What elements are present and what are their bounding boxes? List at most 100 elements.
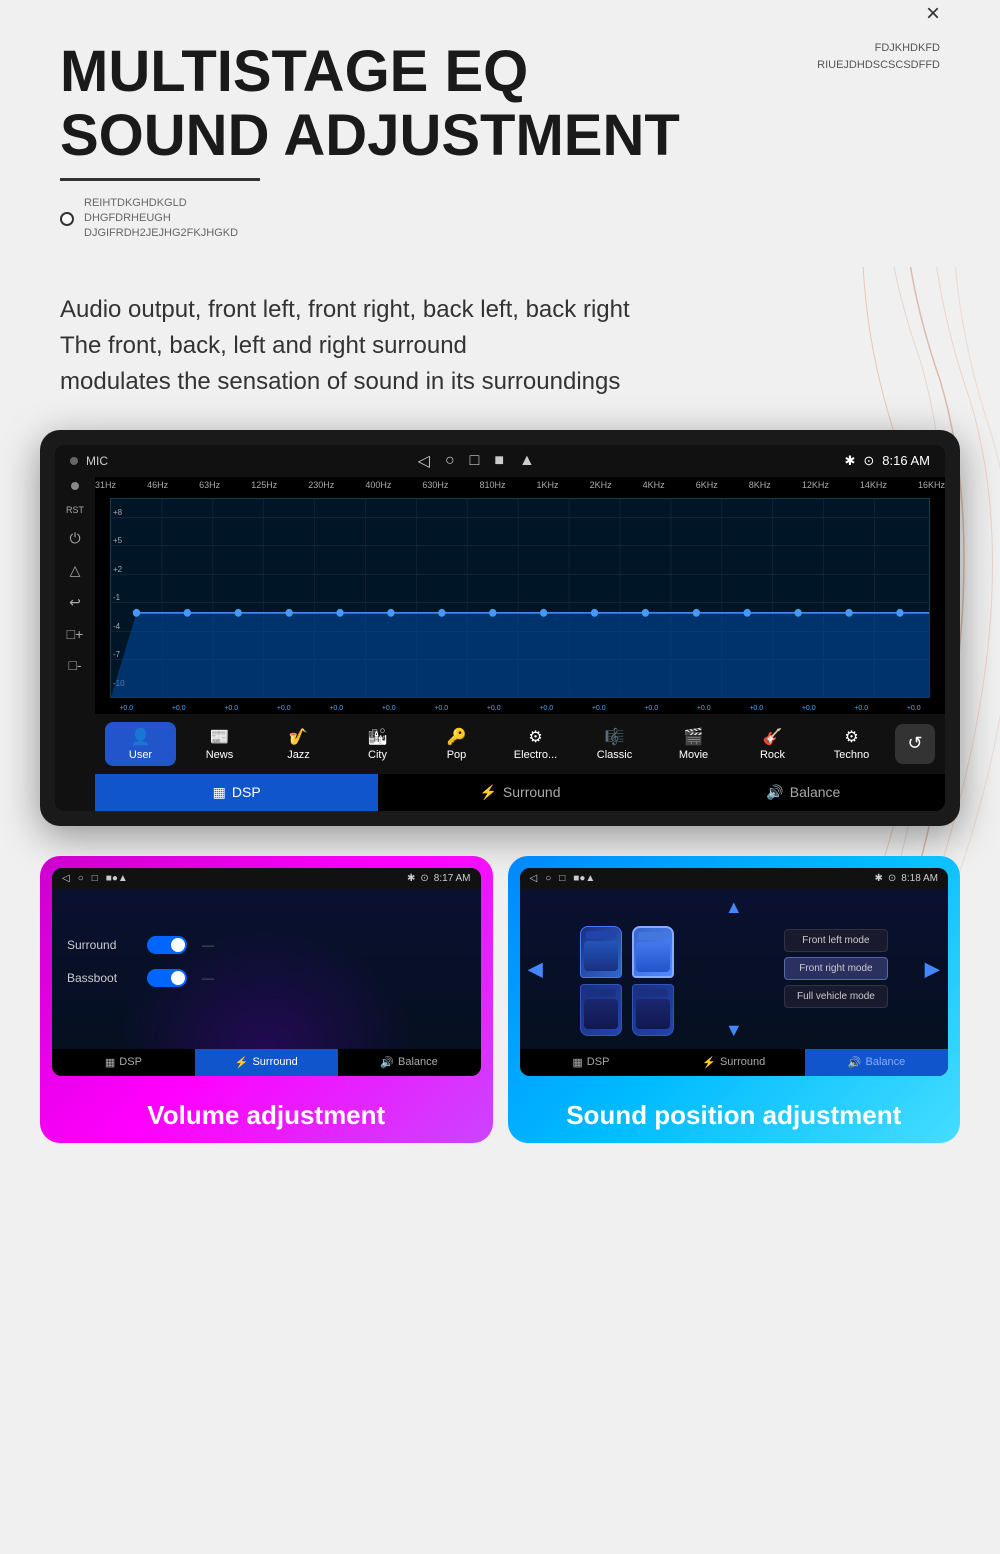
tab-dsp[interactable]: ▦ DSP <box>95 774 378 811</box>
vol-down-icon[interactable]: □- <box>68 657 81 673</box>
preset-city[interactable]: 🏙 City <box>342 722 413 766</box>
panel-right-label: Sound position adjustment <box>508 1088 961 1143</box>
back-sidebar-icon[interactable]: ↩ <box>69 594 81 611</box>
surround-toggle-knob <box>171 938 185 952</box>
main-content: 31Hz 46Hz 63Hz 125Hz 230Hz 400Hz 630Hz 8… <box>95 477 945 811</box>
panel-left-tabbar: ▦ DSP ⚡ Surround 🔊 Balance <box>52 1049 481 1076</box>
panel-left-tab-dsp[interactable]: ▦ DSP <box>52 1049 195 1076</box>
bt-icon-left: ✱ <box>407 873 415 884</box>
alert-icon[interactable]: ▲ <box>519 452 535 470</box>
panel-left-screen: ◁ ○ □ ■●▲ ✱ ⊙ 8:17 AM Surround <box>52 868 481 1076</box>
home-icon[interactable]: ○ <box>445 452 455 470</box>
pr-surround-label: Surround <box>720 1056 765 1068</box>
dots-icon-left: ■●▲ <box>106 873 128 884</box>
tab-balance[interactable]: 🔊 Balance <box>662 774 945 811</box>
eq-curve-svg <box>111 499 929 697</box>
freq-63hz: 63Hz <box>199 480 220 490</box>
surround-icon: ⚡ <box>479 784 496 801</box>
map-icon[interactable]: ■ <box>494 452 504 470</box>
back-icon-right[interactable]: ◁ <box>530 873 538 884</box>
top-right-text: FDJKHDKFD RIUEJDHDSCSCSDFFD <box>817 40 940 73</box>
preset-techno[interactable]: ⚙ Techno <box>816 722 887 766</box>
bassboot-value: — <box>202 971 214 985</box>
reset-button[interactable]: ↺ <box>895 724 935 764</box>
rock-icon: 🎸 <box>763 727 783 747</box>
freq-labels: 31Hz 46Hz 63Hz 125Hz 230Hz 400Hz 630Hz 8… <box>95 477 945 493</box>
tab-surround[interactable]: ⚡ Surround <box>378 774 661 811</box>
news-icon: 📰 <box>210 727 230 747</box>
preset-city-label: City <box>368 749 387 761</box>
bassboot-toggle[interactable] <box>147 969 187 987</box>
freq-400hz: 400Hz <box>365 480 391 490</box>
back-icon[interactable]: ◁ <box>418 451 430 471</box>
up-arrow[interactable]: ▲ <box>725 897 743 918</box>
sq-icon-left[interactable]: □ <box>92 873 98 884</box>
front-left-seat <box>580 926 622 978</box>
panel-right-content: ▲ ◀ <box>520 889 949 1049</box>
panel-right-tab-surround[interactable]: ⚡ Surround <box>662 1049 805 1076</box>
home-icon-right[interactable]: ○ <box>545 873 551 884</box>
back-icon-left[interactable]: ◁ <box>62 873 70 884</box>
pl-surround-icon: ⚡ <box>235 1056 249 1069</box>
location-icon: ⊙ <box>863 453 874 469</box>
panel-volume: ◁ ○ □ ■●▲ ✱ ⊙ 8:17 AM Surround <box>40 856 493 1143</box>
pr-dsp-icon: ▦ <box>572 1056 582 1069</box>
freq-16khz: 16KHz <box>918 480 945 490</box>
surround-toggle[interactable] <box>147 936 187 954</box>
back-seat-body2 <box>636 999 670 1029</box>
panel-right-tab-dsp[interactable]: ▦ DSP <box>520 1049 663 1076</box>
preset-pop-label: Pop <box>447 749 467 761</box>
preset-movie-label: Movie <box>679 749 708 761</box>
freq-31hz: 31Hz <box>95 480 116 490</box>
header-section: FDJKHDKFD RIUEJDHDSCSCSDFFD MULTISTAGE E… <box>0 0 1000 267</box>
subtitle-text: REIHTDKGHDKGLD DHGFDRHEUGH DJGIFRDH2JEJH… <box>84 196 238 242</box>
panel-left-tab-balance[interactable]: 🔊 Balance <box>338 1049 481 1076</box>
power-icon[interactable]: ⏻ <box>69 530 80 547</box>
main-title: MULTISTAGE EQ SOUND ADJUSTMENT <box>60 40 940 168</box>
down-arrow[interactable]: ▼ <box>725 1020 743 1041</box>
surround-row: Surround — <box>67 936 466 954</box>
preset-user[interactable]: 👤 User <box>105 722 176 766</box>
preset-jazz[interactable]: 🎷 Jazz <box>263 722 334 766</box>
panel-right-tab-balance[interactable]: 🔊 Balance <box>805 1049 948 1076</box>
sq-icon-right[interactable]: □ <box>559 873 565 884</box>
preset-rock[interactable]: 🎸 Rock <box>737 722 808 766</box>
panel-right-screen: ◁ ○ □ ■●▲ ✱ ⊙ 8:18 AM ▲ ◀ <box>520 868 949 1076</box>
mic-indicator <box>70 457 78 465</box>
surround-value: — <box>202 938 214 952</box>
home-sidebar-icon[interactable]: △ <box>70 562 81 579</box>
preset-pop[interactable]: 🔑 Pop <box>421 722 492 766</box>
square-icon[interactable]: □ <box>470 452 480 470</box>
movie-icon: 🎬 <box>684 727 704 747</box>
close-button[interactable]: × <box>926 0 940 28</box>
preset-electro[interactable]: ⚙ Electro... <box>500 722 571 766</box>
seat-head <box>586 931 616 939</box>
bt-icon-right: ✱ <box>875 873 883 884</box>
full-vehicle-mode-button[interactable]: Full vehicle mode <box>784 985 888 1008</box>
front-right-mode-button[interactable]: Front right mode <box>784 957 888 980</box>
right-arrow[interactable]: ▶ <box>925 956 940 981</box>
main-eq-screen: MIC ◁ ○ □ ■ ▲ ✱ ⊙ 8:16 AM RST ⏻ △ ↩ <box>40 430 960 826</box>
front-left-mode-button[interactable]: Front left mode <box>784 929 888 952</box>
nav-icons: ◁ ○ □ ■ ▲ <box>418 451 535 471</box>
freq-125hz: 125Hz <box>251 480 277 490</box>
classic-icon: 🎼 <box>605 727 625 747</box>
title-underline <box>60 178 260 181</box>
mic-label: MIC <box>86 454 108 468</box>
left-arrow[interactable]: ◀ <box>528 956 543 981</box>
freq-14khz: 14KHz <box>860 480 887 490</box>
panel-left-content: Surround — Bassboot — <box>52 889 481 1049</box>
balance-icon: 🔊 <box>766 784 783 801</box>
preset-news-label: News <box>206 749 234 761</box>
front-right-seat <box>632 926 674 978</box>
panel-left-tab-surround[interactable]: ⚡ Surround <box>195 1049 338 1076</box>
user-icon: 👤 <box>131 727 151 747</box>
preset-news[interactable]: 📰 News <box>184 722 255 766</box>
preset-classic[interactable]: 🎼 Classic <box>579 722 650 766</box>
preset-row: 👤 User 📰 News 🎷 Jazz 🏙 City <box>95 714 945 774</box>
preset-rock-label: Rock <box>760 749 785 761</box>
status-left: MIC <box>70 454 108 468</box>
home-icon-left[interactable]: ○ <box>78 873 84 884</box>
vol-up-icon[interactable]: □+ <box>67 626 84 642</box>
preset-movie[interactable]: 🎬 Movie <box>658 722 729 766</box>
